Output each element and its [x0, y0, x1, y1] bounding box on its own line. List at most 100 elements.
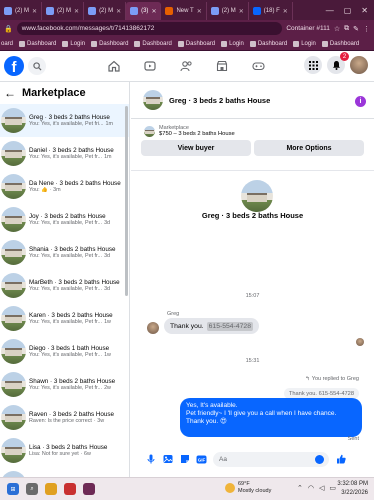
outgoing-message[interactable]: Yes, It's available. Pet friendly~ I 'll … [180, 398, 362, 437]
weather-widget[interactable]: 69°F Mostly cloudy [225, 481, 271, 495]
nav-gaming[interactable] [240, 56, 276, 76]
url-field[interactable]: www.facebook.com/messages/t/71413862172 [16, 22, 283, 35]
conversation-item[interactable]: Karen · 3 beds 2 baths House You: Yes, it… [0, 302, 129, 335]
browser-tab[interactable]: (2) M ✕ [0, 2, 43, 20]
tab-favicon-icon [210, 7, 219, 15]
bookmark-item[interactable]: Dashboard [134, 40, 172, 47]
chevron-up-icon[interactable]: ⌃ [297, 484, 303, 492]
sticker-icon[interactable] [179, 454, 190, 465]
file-explorer-icon[interactable] [45, 483, 57, 495]
bookmark-item[interactable]: Login [62, 40, 85, 47]
tab-close-icon[interactable]: ✕ [32, 8, 37, 15]
tab-close-icon[interactable]: ✕ [116, 8, 121, 15]
image-icon[interactable] [162, 454, 173, 465]
conversation-item[interactable]: Diego · 3 beds 1 bath House You: Yes, it'… [0, 335, 129, 368]
clock-date: 3/22/2026 [341, 490, 368, 496]
info-icon[interactable]: i [355, 96, 366, 107]
view-buyer-button[interactable]: View buyer [141, 140, 251, 156]
browser-tab[interactable]: (2) M ✕ [84, 2, 127, 20]
bookmark-label: Dashboard [257, 40, 288, 47]
profile-avatar[interactable] [350, 56, 368, 74]
marketplace-icon [216, 60, 228, 72]
nav-home[interactable] [96, 56, 132, 76]
nav-marketplace[interactable] [204, 56, 240, 76]
chat-header-title[interactable]: Greg · 3 beds 2 baths House [169, 96, 270, 105]
notifications-button[interactable]: 2 [327, 52, 349, 74]
tab-close-icon[interactable]: ✕ [239, 8, 244, 15]
emoji-icon[interactable] [315, 454, 324, 464]
bookmark-item[interactable]: Dashboard [321, 40, 359, 47]
bookmark-item[interactable]: Login [293, 40, 316, 47]
bookmark-item[interactable]: Dashboard [19, 40, 56, 47]
start-icon[interactable]: ⊞ [7, 483, 19, 495]
maximize-icon[interactable]: ▢ [344, 6, 352, 15]
nav-friends[interactable] [168, 56, 204, 76]
browser-icon[interactable] [64, 483, 76, 495]
microphone-icon[interactable] [145, 454, 156, 465]
bookmark-item[interactable]: oard [1, 41, 13, 47]
incoming-message[interactable]: Thank you. 615-554-4728 [164, 318, 259, 334]
menu-icon[interactable]: ⋮ [363, 25, 370, 33]
container-label[interactable]: Container #111 [286, 25, 330, 32]
browser-tab[interactable]: (3) ✕ [126, 2, 162, 20]
conversation-item[interactable]: MarBeth · 3 beds 2 baths House You: Yes, … [0, 269, 129, 302]
conversation-item[interactable]: Shania · 3 beds 2 baths House You: Yes, i… [0, 236, 129, 269]
volume-icon[interactable]: ◁ [319, 484, 324, 492]
browser-tab[interactable]: (2) M ✕ [42, 2, 85, 20]
listing-avatar [1, 339, 26, 364]
conversation-title: Joy · 3 beds 2 baths House [29, 213, 106, 220]
bookmark-item[interactable]: Login [221, 40, 244, 47]
conversation-item[interactable]: Daniel · 3 beds 2 baths House You: Yes, i… [0, 137, 129, 170]
reply-icon: ↰ [305, 376, 310, 382]
gif-icon[interactable]: GIF [196, 454, 207, 465]
browser-tab[interactable]: (2) M ✕ [207, 2, 249, 20]
conversation-snippet: You: Yes, it's available, Pet fri... [29, 121, 104, 127]
bookmark-item[interactable]: Dashboard [249, 40, 288, 47]
conversation-item[interactable]: Raven · 3 beds 2 baths House Raven: Is th… [0, 401, 129, 434]
conversation-list: Greg · 3 beds 2 baths House You: Yes, it'… [0, 104, 129, 477]
conversation-snippet: You: Yes, it's available, Pet fr... [29, 253, 103, 259]
home-icon [108, 60, 120, 72]
conversation-item[interactable]: Da Nene · 3 beds 2 baths House You: 👍 · 3m [0, 170, 129, 203]
conversation-item[interactable]: Debra · 3 beds 2 baths House [0, 467, 129, 477]
conversation-item[interactable]: Greg · 3 beds 2 baths House You: Yes, it'… [0, 104, 129, 137]
message-input[interactable]: Aa [213, 451, 329, 467]
more-options-button[interactable]: More Options [254, 140, 364, 156]
pen-icon[interactable]: ✎ [353, 25, 359, 33]
bookmark-label: Dashboard [142, 40, 172, 47]
outgoing-message-line: Yes, It's available. [186, 402, 238, 409]
inbox-scrollbar[interactable] [125, 106, 128, 296]
tab-label: (2) M [15, 8, 29, 14]
facebook-logo[interactable]: f [4, 56, 24, 76]
bookmark-item[interactable]: Dashboard [91, 40, 128, 47]
star-icon[interactable]: ☆ [334, 25, 340, 33]
minimize-icon[interactable]: — [326, 6, 334, 15]
battery-icon[interactable]: ▭ [329, 484, 336, 492]
conversation-item[interactable]: Shawn · 3 beds 2 baths House You: Yes, it… [0, 368, 129, 401]
search-taskbar-icon[interactable]: ⌕ [26, 483, 38, 495]
nav-video[interactable] [132, 56, 168, 76]
clock[interactable]: 3:32:08 PM 3/22/2026 [337, 480, 368, 498]
browser-tab[interactable]: New T ✕ [161, 2, 207, 20]
menu-button[interactable] [304, 56, 322, 74]
browser-tab[interactable]: (18) F ✕ [249, 2, 293, 20]
extension-icon[interactable]: ⧉ [344, 25, 349, 33]
chat-header-avatar[interactable] [143, 90, 163, 110]
firefox-icon[interactable] [83, 483, 95, 495]
listing-thumbnail[interactable] [144, 125, 155, 137]
search-button[interactable] [28, 57, 46, 75]
thumbs-up-icon[interactable] [335, 454, 346, 465]
conversation-item[interactable]: Lisa · 3 beds 2 baths House Lisa: Not for… [0, 434, 129, 467]
listing-price[interactable]: $750 – 3 beds 2 baths House [159, 131, 235, 137]
conversation-item[interactable]: Joy · 3 beds 2 baths House You: Yes, it's… [0, 203, 129, 236]
conversation-time: · 3m [49, 187, 61, 193]
tab-close-icon[interactable]: ✕ [151, 8, 156, 15]
sender-avatar[interactable] [147, 322, 159, 334]
wifi-icon[interactable]: ◠ [308, 484, 314, 492]
tab-close-icon[interactable]: ✕ [74, 8, 79, 15]
back-arrow-icon[interactable]: ← [4, 86, 16, 100]
tab-close-icon[interactable]: ✕ [197, 8, 202, 15]
bookmark-item[interactable]: Dashboard [177, 40, 215, 47]
close-icon[interactable]: ✕ [361, 6, 368, 15]
tab-close-icon[interactable]: ✕ [283, 8, 288, 15]
